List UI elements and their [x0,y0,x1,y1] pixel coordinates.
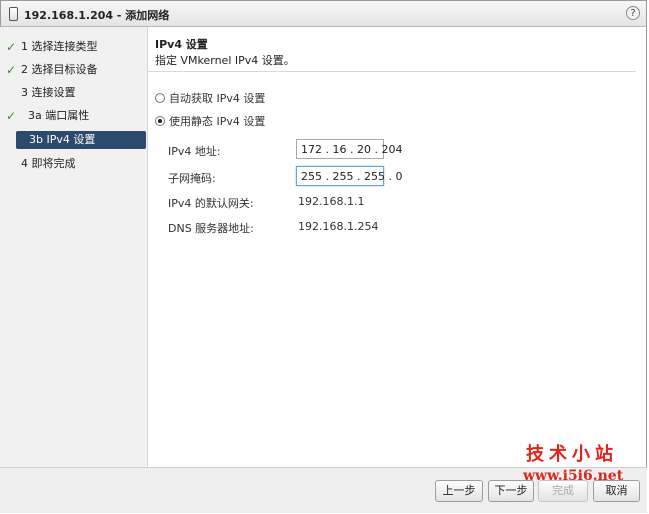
host-icon [9,7,18,21]
subnet-mask-input[interactable]: 255 . 255 . 255 . 0 [296,166,402,186]
page-title: IPv4 设置 [155,38,208,51]
radio-label: 使用静态 IPv4 设置 [169,115,266,128]
step-label: 2 选择目标设备 [21,63,98,76]
step-label: 3 连接设置 [21,86,76,99]
subnet-mask-label: 子网掩码: [168,172,216,185]
wizard-steps-sidebar: ✓ 1 选择连接类型 ✓ 2 选择目标设备 3 连接设置 ✓ 3a 端口属性 3… [0,27,148,467]
watermark-title: 技术小站 [526,444,618,465]
dns-label: DNS 服务器地址: [168,222,254,235]
radio-label: 自动获取 IPv4 设置 [169,92,266,105]
step-label: 3b IPv4 设置 [29,133,96,146]
main-content: IPv4 设置 指定 VMkernel IPv4 设置。 自动获取 IPv4 设… [148,27,646,467]
radio-auto-ipv4[interactable]: 自动获取 IPv4 设置 [155,91,265,107]
gateway-label: IPv4 的默认网关: [168,197,254,210]
window-title-bar: 192.168.1.204 - 添加网络 ? [0,0,647,27]
check-icon: ✓ [6,109,17,123]
ipv4-address-input[interactable]: 172 . 16 . 20 . 204 [296,139,402,159]
check-icon: ✓ [6,40,17,54]
page-description: 指定 VMkernel IPv4 设置。 [155,54,295,67]
check-icon: ✓ [6,63,17,77]
step-ipv4-settings[interactable]: 3b IPv4 设置 [16,131,146,149]
step-label: 1 选择连接类型 [21,40,98,53]
step-label: 4 即将完成 [21,157,76,170]
step-label: 3a 端口属性 [28,109,90,122]
radio-button[interactable] [155,93,165,103]
watermark-url: www.i5i6.net [523,468,624,484]
radio-button[interactable] [155,116,165,126]
back-button[interactable]: 上一步 [435,480,483,502]
window-title: 192.168.1.204 - 添加网络 [24,9,170,22]
gateway-value: 192.168.1.1 [298,195,365,208]
radio-static-ipv4[interactable]: 使用静态 IPv4 设置 [155,114,265,130]
page-header: IPv4 设置 指定 VMkernel IPv4 设置。 [148,27,636,72]
ipv4-address-label: IPv4 地址: [168,145,221,158]
subnet-mask-value: 255 . 255 . 255 . 0 [301,169,403,183]
dns-value: 192.168.1.254 [298,220,379,233]
help-icon[interactable]: ? [626,6,640,20]
